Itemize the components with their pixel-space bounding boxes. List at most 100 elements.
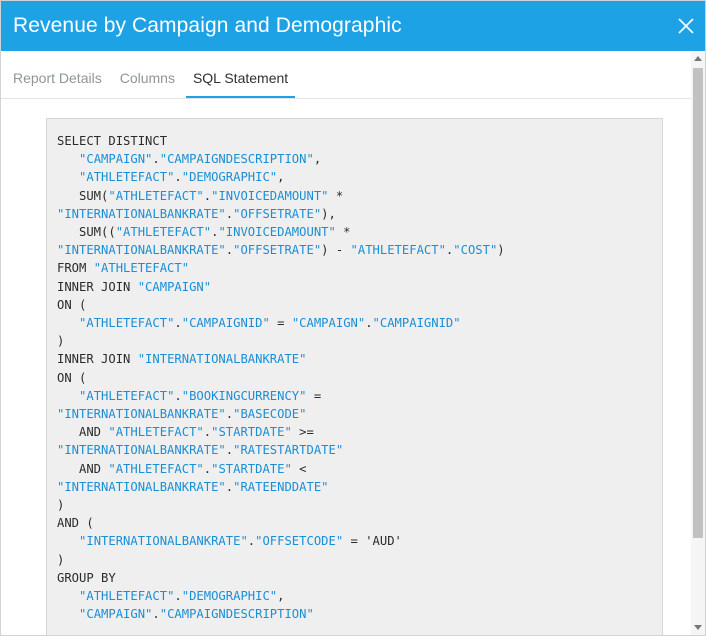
sql-line: "ATHLETEFACT"."DEMOGRAPHIC", (57, 587, 662, 605)
sql-token: . (225, 407, 234, 422)
tab-sql-statement[interactable]: SQL Statement (185, 70, 296, 98)
tab-bar: Report Details Columns SQL Statement (1, 51, 705, 99)
sql-line: AND "ATHLETEFACT"."STARTDATE" < (57, 460, 662, 478)
sql-statement-box: SELECT DISTINCT "CAMPAIGN"."CAMPAIGNDESC… (46, 118, 663, 635)
close-button[interactable] (667, 1, 705, 51)
sql-token: * (328, 188, 344, 203)
sql-line: SUM("ATHLETEFACT"."INVOICEDAMOUNT" * (57, 187, 662, 205)
sql-token: AND (57, 461, 109, 476)
dialog-title: Revenue by Campaign and Demographic (13, 14, 402, 37)
sql-token: . (365, 316, 373, 331)
sql-token: SUM( (57, 188, 109, 203)
sql-line: "ATHLETEFACT"."DEMOGRAPHIC", (57, 168, 662, 186)
sql-token: < (291, 461, 307, 476)
sql-identifier: "INTERNATIONALBANKRATE" (57, 206, 226, 221)
sql-identifier: "ATHLETEFACT" (79, 388, 175, 403)
sql-token: AND (57, 425, 109, 440)
sql-line: "CAMPAIGN"."CAMPAIGNDESCRIPTION" (57, 605, 662, 623)
tab-columns[interactable]: Columns (113, 70, 182, 98)
sql-token: . (152, 607, 160, 622)
sql-identifier: "STARTDATE" (211, 425, 292, 440)
sql-line: ) (57, 551, 662, 569)
sql-identifier: "CAMPAIGN" (291, 316, 366, 331)
scroll-down-button[interactable] (691, 621, 705, 635)
sql-identifier: "COST" (453, 243, 498, 258)
sql-identifier: "INTERNATIONALBANKRATE" (57, 443, 226, 458)
dialog-titlebar: Revenue by Campaign and Demographic (1, 1, 705, 51)
sql-identifier: "STARTDATE" (211, 461, 292, 476)
sql-token: >= (291, 425, 314, 440)
sql-token: . (174, 316, 182, 331)
sql-token: ), (321, 206, 336, 221)
sql-identifier: "CAMPAIGNDESCRIPTION" (159, 607, 314, 622)
sql-token: ) - (321, 243, 351, 258)
sql-identifier: "INVOICEDAMOUNT" (218, 225, 336, 240)
sql-line: "INTERNATIONALBANKRATE"."OFFSETCODE" = '… (57, 532, 662, 550)
sql-identifier: "CAMPAIGN" (137, 279, 212, 294)
sql-token: = (306, 388, 322, 403)
sql-token: INNER JOIN (57, 279, 138, 294)
sql-identifier: "INTERNATIONALBANKRATE" (57, 407, 226, 422)
vertical-scrollbar[interactable] (691, 51, 705, 635)
scroll-up-button[interactable] (691, 51, 705, 65)
tab-report-details[interactable]: Report Details (13, 70, 109, 98)
sql-line: GROUP BY (57, 569, 662, 587)
sql-line: "INTERNATIONALBANKRATE"."RATEENDDATE" (57, 478, 662, 496)
sql-identifier: "BASECODE" (233, 407, 307, 422)
sql-identifier: "OFFSETRATE" (233, 243, 322, 258)
sql-identifier: "BOOKINGCURRENCY" (181, 388, 307, 403)
sql-identifier: "ATHLETEFACT" (108, 425, 204, 440)
sql-line: ON ( (57, 369, 662, 387)
sql-identifier: "ATHLETEFACT" (93, 261, 190, 276)
chevron-up-icon (694, 56, 702, 61)
sql-token: = (269, 316, 292, 331)
sql-line: "CAMPAIGN"."CAMPAIGNDESCRIPTION", (57, 150, 662, 168)
sql-token: FROM (57, 261, 94, 276)
sql-token: . (174, 170, 182, 185)
sql-identifier: "INTERNATIONALBANKRATE" (79, 534, 248, 549)
sql-token: AND ( (57, 516, 94, 531)
close-icon (678, 18, 694, 34)
sql-token: ON ( (57, 370, 87, 385)
sql-token: . (203, 461, 212, 476)
sql-line: "INTERNATIONALBANKRATE"."BASECODE" (57, 405, 662, 423)
sql-dialog: Revenue by Campaign and Demographic Repo… (0, 0, 706, 636)
sql-identifier: "OFFSETCODE" (255, 534, 344, 549)
sql-identifier: "ATHLETEFACT" (115, 225, 212, 240)
sql-line: ) (57, 496, 662, 514)
sql-identifier: "ATHLETEFACT" (108, 188, 204, 203)
sql-identifier: "CAMPAIGNID" (181, 316, 270, 331)
sql-token: SUM(( (57, 225, 116, 240)
sql-line: AND ( (57, 514, 662, 532)
sql-token: , (277, 170, 285, 185)
sql-line: AND "ATHLETEFACT"."STARTDATE" >= (57, 423, 662, 441)
sql-identifier: "ATHLETEFACT" (350, 243, 446, 258)
sql-token: , (313, 152, 322, 167)
sql-token: . (225, 479, 234, 494)
chevron-down-icon (694, 625, 702, 630)
sql-line: SUM(("ATHLETEFACT"."INVOICEDAMOUNT" * (57, 223, 662, 241)
sql-token: . (225, 243, 234, 258)
sql-token: . (225, 443, 234, 458)
sql-line: ) (57, 332, 662, 350)
sql-token: . (203, 425, 212, 440)
sql-token: . (174, 388, 182, 403)
sql-identifier: "ATHLETEFACT" (79, 589, 175, 604)
sql-token: . (225, 206, 234, 221)
sql-token: ) (497, 243, 505, 258)
scroll-thumb[interactable] (693, 68, 703, 538)
sql-token: SELECT DISTINCT (57, 134, 168, 148)
sql-identifier: "CAMPAIGN" (79, 152, 153, 167)
sql-identifier: "ATHLETEFACT" (108, 461, 204, 476)
sql-token: ) (57, 498, 65, 513)
sql-token: , (277, 589, 285, 604)
sql-identifier: "DEMOGRAPHIC" (181, 170, 278, 185)
sql-identifier: "INTERNATIONALBANKRATE" (57, 243, 226, 258)
dialog-content: SELECT DISTINCT "CAMPAIGN"."CAMPAIGNDESC… (1, 100, 691, 635)
